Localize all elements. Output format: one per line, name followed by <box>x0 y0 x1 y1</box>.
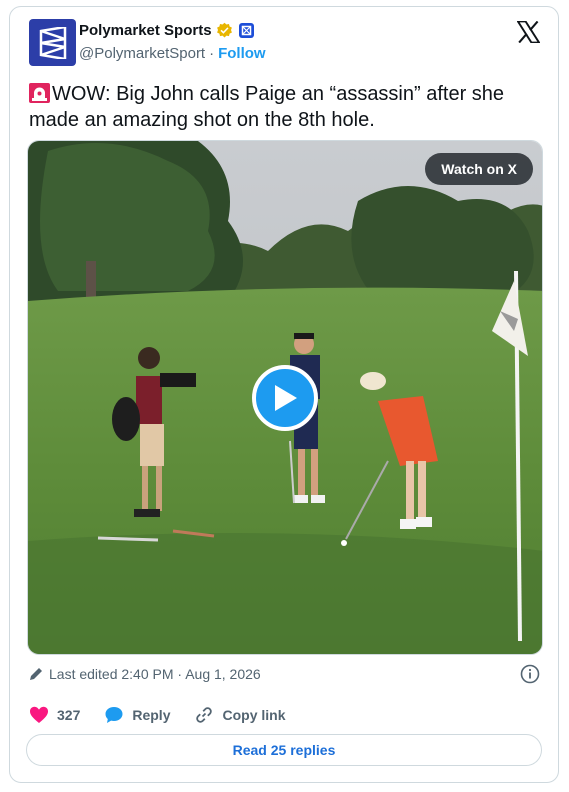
separator: · <box>209 45 215 62</box>
reply-label: Reply <box>132 707 171 723</box>
author-handle[interactable]: @PolymarketSport <box>79 45 205 62</box>
pencil-icon <box>30 668 42 680</box>
like-count: 327 <box>57 707 81 723</box>
affiliate-badge-icon[interactable] <box>238 23 254 38</box>
read-replies-button[interactable]: Read 25 replies <box>26 734 542 766</box>
action-bar: 327 Reply Copy link <box>29 705 310 725</box>
edit-history[interactable]: Last edited 2:40 PM · Aug 1, 2026 <box>29 666 261 682</box>
tweet-card: Polymarket Sports @PolymarketSport · Fol… <box>9 6 559 783</box>
reply-button[interactable]: Reply <box>104 705 170 725</box>
heart-icon <box>30 706 48 723</box>
play-icon <box>275 385 297 411</box>
polymarket-logo-icon <box>39 26 66 59</box>
x-logo-icon[interactable] <box>517 21 540 43</box>
watch-on-x-button[interactable]: Watch on X <box>425 153 533 185</box>
like-button[interactable]: 327 <box>29 705 80 725</box>
follow-button[interactable]: Follow <box>218 45 266 62</box>
video-player[interactable]: Watch on X <box>27 140 543 655</box>
tweet-body: WOW: Big John calls Paige an “assassin” … <box>29 83 505 131</box>
avatar[interactable] <box>29 19 76 66</box>
author-display-name[interactable]: Polymarket Sports <box>79 22 212 39</box>
tweet-text: WOW: Big John calls Paige an “assassin” … <box>29 81 549 133</box>
info-icon[interactable] <box>520 664 540 684</box>
copy-link-label: Copy link <box>222 707 286 723</box>
edited-label: Last edited 2:40 PM · Aug 1, 2026 <box>49 666 261 682</box>
verified-badge-icon <box>216 22 232 38</box>
copy-link-button[interactable]: Copy link <box>194 705 286 725</box>
link-icon <box>196 707 213 723</box>
siren-emoji-icon <box>29 83 50 103</box>
play-button[interactable] <box>252 365 318 431</box>
handle-row: @PolymarketSport · Follow <box>79 45 266 62</box>
reply-bubble-icon <box>105 707 123 723</box>
name-row: Polymarket Sports <box>79 22 254 39</box>
